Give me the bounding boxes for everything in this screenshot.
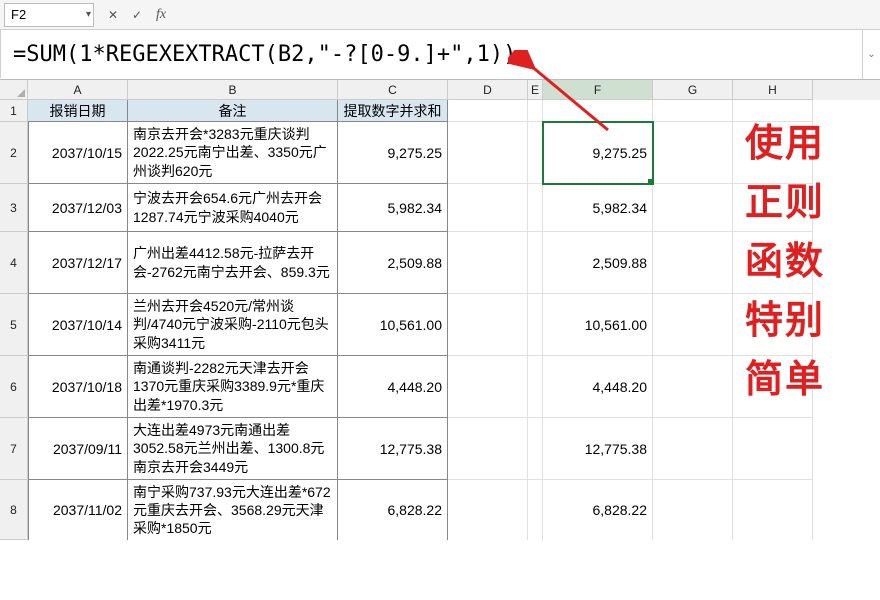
col-header-g[interactable]: G <box>653 80 733 100</box>
cell[interactable] <box>448 418 528 480</box>
table-row: 8 2037/11/02 南宁采购737.93元大连出差*672元重庆去开会、3… <box>0 480 880 540</box>
formula-text: =SUM(1*REGEXEXTRACT(B2,"-?[0-9.]+",1)) <box>13 42 516 67</box>
row-header[interactable]: 8 <box>0 480 28 540</box>
cell[interactable] <box>653 184 733 232</box>
cell[interactable] <box>653 100 733 122</box>
cell[interactable] <box>528 294 543 356</box>
cell-sum[interactable]: 10,561.00 <box>338 294 448 356</box>
cell-note[interactable]: 南宁采购737.93元大连出差*672元重庆去开会、3568.29元天津采购*1… <box>128 480 338 540</box>
cell-date[interactable]: 2037/09/11 <box>28 418 128 480</box>
annotation-line: 简单 <box>745 351 825 410</box>
cell[interactable] <box>448 122 528 184</box>
col-header-h[interactable]: H <box>733 80 813 100</box>
cell-sum[interactable]: 2,509.88 <box>338 232 448 294</box>
cell[interactable] <box>448 100 528 122</box>
row-header[interactable]: 7 <box>0 418 28 480</box>
row-header[interactable]: 1 <box>0 100 28 122</box>
cell[interactable] <box>528 184 543 232</box>
annotation-line: 使用 <box>745 115 825 174</box>
cell-result[interactable]: 12,775.38 <box>543 418 653 480</box>
cell[interactable] <box>653 480 733 540</box>
cell-date[interactable]: 2037/10/18 <box>28 356 128 418</box>
collapse-icon[interactable]: ⌄ <box>862 30 880 79</box>
col-header-d[interactable]: D <box>448 80 528 100</box>
table-row: 7 2037/09/11 大连出差4973元南通出差3052.58元兰州出差、1… <box>0 418 880 480</box>
row-header[interactable]: 3 <box>0 184 28 232</box>
cell-note[interactable]: 南通谈判-2282元天津去开会1370元重庆采购3389.9元*重庆出差*197… <box>128 356 338 418</box>
cell-result[interactable]: 2,509.88 <box>543 232 653 294</box>
row-header[interactable]: 6 <box>0 356 28 418</box>
cell-note[interactable]: 广州出差4412.58元-拉萨去开会-2762元南宁去开会、859.3元 <box>128 232 338 294</box>
cell[interactable] <box>653 418 733 480</box>
cell-note[interactable]: 宁波去开会654.6元广州去开会1287.74元宁波采购4040元 <box>128 184 338 232</box>
namebox-row: F2 ▾ ✕ ✓ fx <box>0 0 880 30</box>
col-header-c[interactable]: C <box>338 80 448 100</box>
cell[interactable] <box>448 356 528 418</box>
cell[interactable] <box>653 294 733 356</box>
cell[interactable] <box>543 100 653 122</box>
header-note[interactable]: 备注 <box>128 100 338 122</box>
cell[interactable] <box>448 232 528 294</box>
name-box-value: F2 <box>11 7 26 22</box>
cell-result[interactable]: 6,828.22 <box>543 480 653 540</box>
cancel-icon[interactable]: ✕ <box>102 4 124 26</box>
annotation-line: 正则 <box>745 174 825 233</box>
cell-note[interactable]: 南京去开会*3283元重庆谈判2022.25元南宁出差、3350元广州谈判620… <box>128 122 338 184</box>
chevron-down-icon[interactable]: ▾ <box>86 9 91 20</box>
formula-row: =SUM(1*REGEXEXTRACT(B2,"-?[0-9.]+",1)) ⌄ <box>0 30 880 80</box>
cell[interactable] <box>653 232 733 294</box>
cell[interactable] <box>733 418 813 480</box>
cell[interactable] <box>653 122 733 184</box>
row-header[interactable]: 2 <box>0 122 28 184</box>
cell-date[interactable]: 2037/11/02 <box>28 480 128 540</box>
cell[interactable] <box>528 480 543 540</box>
cell-sum[interactable]: 5,982.34 <box>338 184 448 232</box>
header-date[interactable]: 报销日期 <box>28 100 128 122</box>
column-headers: A B C D E F G H <box>0 80 880 100</box>
cell-date[interactable]: 2037/10/14 <box>28 294 128 356</box>
formula-bar[interactable]: =SUM(1*REGEXEXTRACT(B2,"-?[0-9.]+",1)) <box>0 30 862 78</box>
cell[interactable] <box>448 480 528 540</box>
cell[interactable] <box>733 480 813 540</box>
cell-date[interactable]: 2037/12/17 <box>28 232 128 294</box>
cell[interactable] <box>528 122 543 184</box>
cell-sum[interactable]: 6,828.22 <box>338 480 448 540</box>
cell-result[interactable]: 4,448.20 <box>543 356 653 418</box>
cell[interactable] <box>448 184 528 232</box>
row-header[interactable]: 4 <box>0 232 28 294</box>
fx-icon[interactable]: fx <box>150 4 172 26</box>
name-box[interactable]: F2 ▾ <box>4 3 94 27</box>
row-header[interactable]: 5 <box>0 294 28 356</box>
cell-result[interactable]: 10,561.00 <box>543 294 653 356</box>
cell[interactable] <box>448 294 528 356</box>
annotation-line: 函数 <box>745 233 825 292</box>
cell[interactable] <box>528 100 543 122</box>
cell-date[interactable]: 2037/10/15 <box>28 122 128 184</box>
cell-result[interactable]: 9,275.25 <box>543 122 653 184</box>
enter-icon[interactable]: ✓ <box>126 4 148 26</box>
col-header-a[interactable]: A <box>28 80 128 100</box>
cell[interactable] <box>653 356 733 418</box>
cell-sum[interactable]: 12,775.38 <box>338 418 448 480</box>
col-header-e[interactable]: E <box>528 80 543 100</box>
col-header-b[interactable]: B <box>128 80 338 100</box>
cell[interactable] <box>528 232 543 294</box>
cell-sum[interactable]: 4,448.20 <box>338 356 448 418</box>
cell[interactable] <box>528 356 543 418</box>
annotation-line: 特别 <box>745 292 825 351</box>
cell-note[interactable]: 兰州去开会4520元/常州谈判/4740元宁波采购-2110元包头采购3411元 <box>128 294 338 356</box>
cell-result[interactable]: 5,982.34 <box>543 184 653 232</box>
cell-sum[interactable]: 9,275.25 <box>338 122 448 184</box>
annotation-text: 使用 正则 函数 特别 简单 <box>745 115 825 409</box>
formula-buttons: ✕ ✓ fx <box>102 4 172 26</box>
cell-note[interactable]: 大连出差4973元南通出差3052.58元兰州出差、1300.8元南京去开会34… <box>128 418 338 480</box>
select-all-corner[interactable] <box>0 80 28 100</box>
cell-date[interactable]: 2037/12/03 <box>28 184 128 232</box>
col-header-f[interactable]: F <box>543 80 653 100</box>
cell[interactable] <box>528 418 543 480</box>
header-sum[interactable]: 提取数字并求和 <box>338 100 448 122</box>
